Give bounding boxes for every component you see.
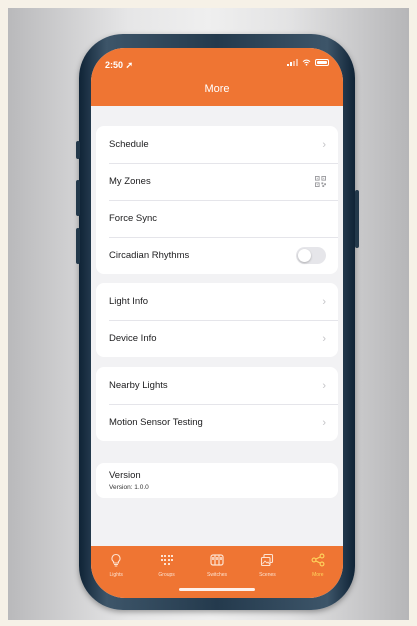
toggle-knob [298,249,311,262]
status-time: 2:50 ➚ [105,60,134,70]
my-zones-label: My Zones [109,176,151,187]
qr-code-icon[interactable] [315,176,326,187]
device-info-label: Device Info [109,333,157,344]
cellular-signal-icon [287,59,298,66]
circadian-rhythms-toggle[interactable] [296,247,326,264]
version-title: Version [109,470,141,481]
page-title: More [204,83,230,95]
lightbulb-icon [111,553,121,567]
chevron-right-icon: › [322,416,326,429]
nearby-lights-row[interactable]: Nearby Lights › [96,367,338,404]
tab-switches-label: Switches [207,572,228,578]
tab-more[interactable]: More [293,546,343,598]
wifi-icon [302,59,311,66]
volume-up-button [76,180,80,216]
version-value: Version: 1.0.0 [109,484,149,491]
motion-sensor-testing-row[interactable]: Motion Sensor Testing › [96,404,338,441]
nearby-lights-label: Nearby Lights [109,380,168,391]
tab-more-label: More [312,572,324,578]
settings-group-general: Schedule › My Zones Force Sync Circadian… [96,126,338,274]
power-button [355,190,359,248]
circadian-rhythms-row: Circadian Rhythms [96,237,338,274]
tab-scenes-label: Scenes [259,572,276,578]
chevron-right-icon: › [322,138,326,151]
tab-groups-label: Groups [158,572,175,578]
schedule-row[interactable]: Schedule › [96,126,338,163]
nav-header: 2:50 ➚ More [91,48,343,106]
switches-icon [210,554,224,566]
motion-sensor-testing-label: Motion Sensor Testing [109,417,203,428]
light-info-label: Light Info [109,296,149,307]
tab-lights[interactable]: Lights [91,546,141,598]
device-info-row[interactable]: Device Info › [96,320,338,357]
chevron-right-icon: › [322,332,326,345]
action-button [76,141,80,159]
groups-icon [160,555,173,565]
chevron-right-icon: › [322,379,326,392]
circadian-rhythms-label: Circadian Rhythms [109,250,190,261]
tab-lights-label: Lights [109,572,123,578]
light-info-row[interactable]: Light Info › [96,283,338,320]
version-card: Version Version: 1.0.0 [96,463,338,498]
settings-group-testing: Nearby Lights › Motion Sensor Testing › [96,367,338,441]
force-sync-label: Force Sync [109,213,158,224]
home-indicator [179,588,255,591]
force-sync-row[interactable]: Force Sync [96,200,338,237]
share-icon [311,553,325,567]
my-zones-row[interactable]: My Zones [96,163,338,200]
scenes-icon [261,553,274,567]
battery-icon [315,59,329,66]
settings-group-info: Light Info › Device Info › [96,283,338,357]
schedule-label: Schedule [109,139,149,150]
status-icons [287,59,329,66]
phone-screen: 2:50 ➚ More Schedule › My Zones Force Sy… [91,48,343,598]
volume-down-button [76,228,80,264]
chevron-right-icon: › [322,295,326,308]
